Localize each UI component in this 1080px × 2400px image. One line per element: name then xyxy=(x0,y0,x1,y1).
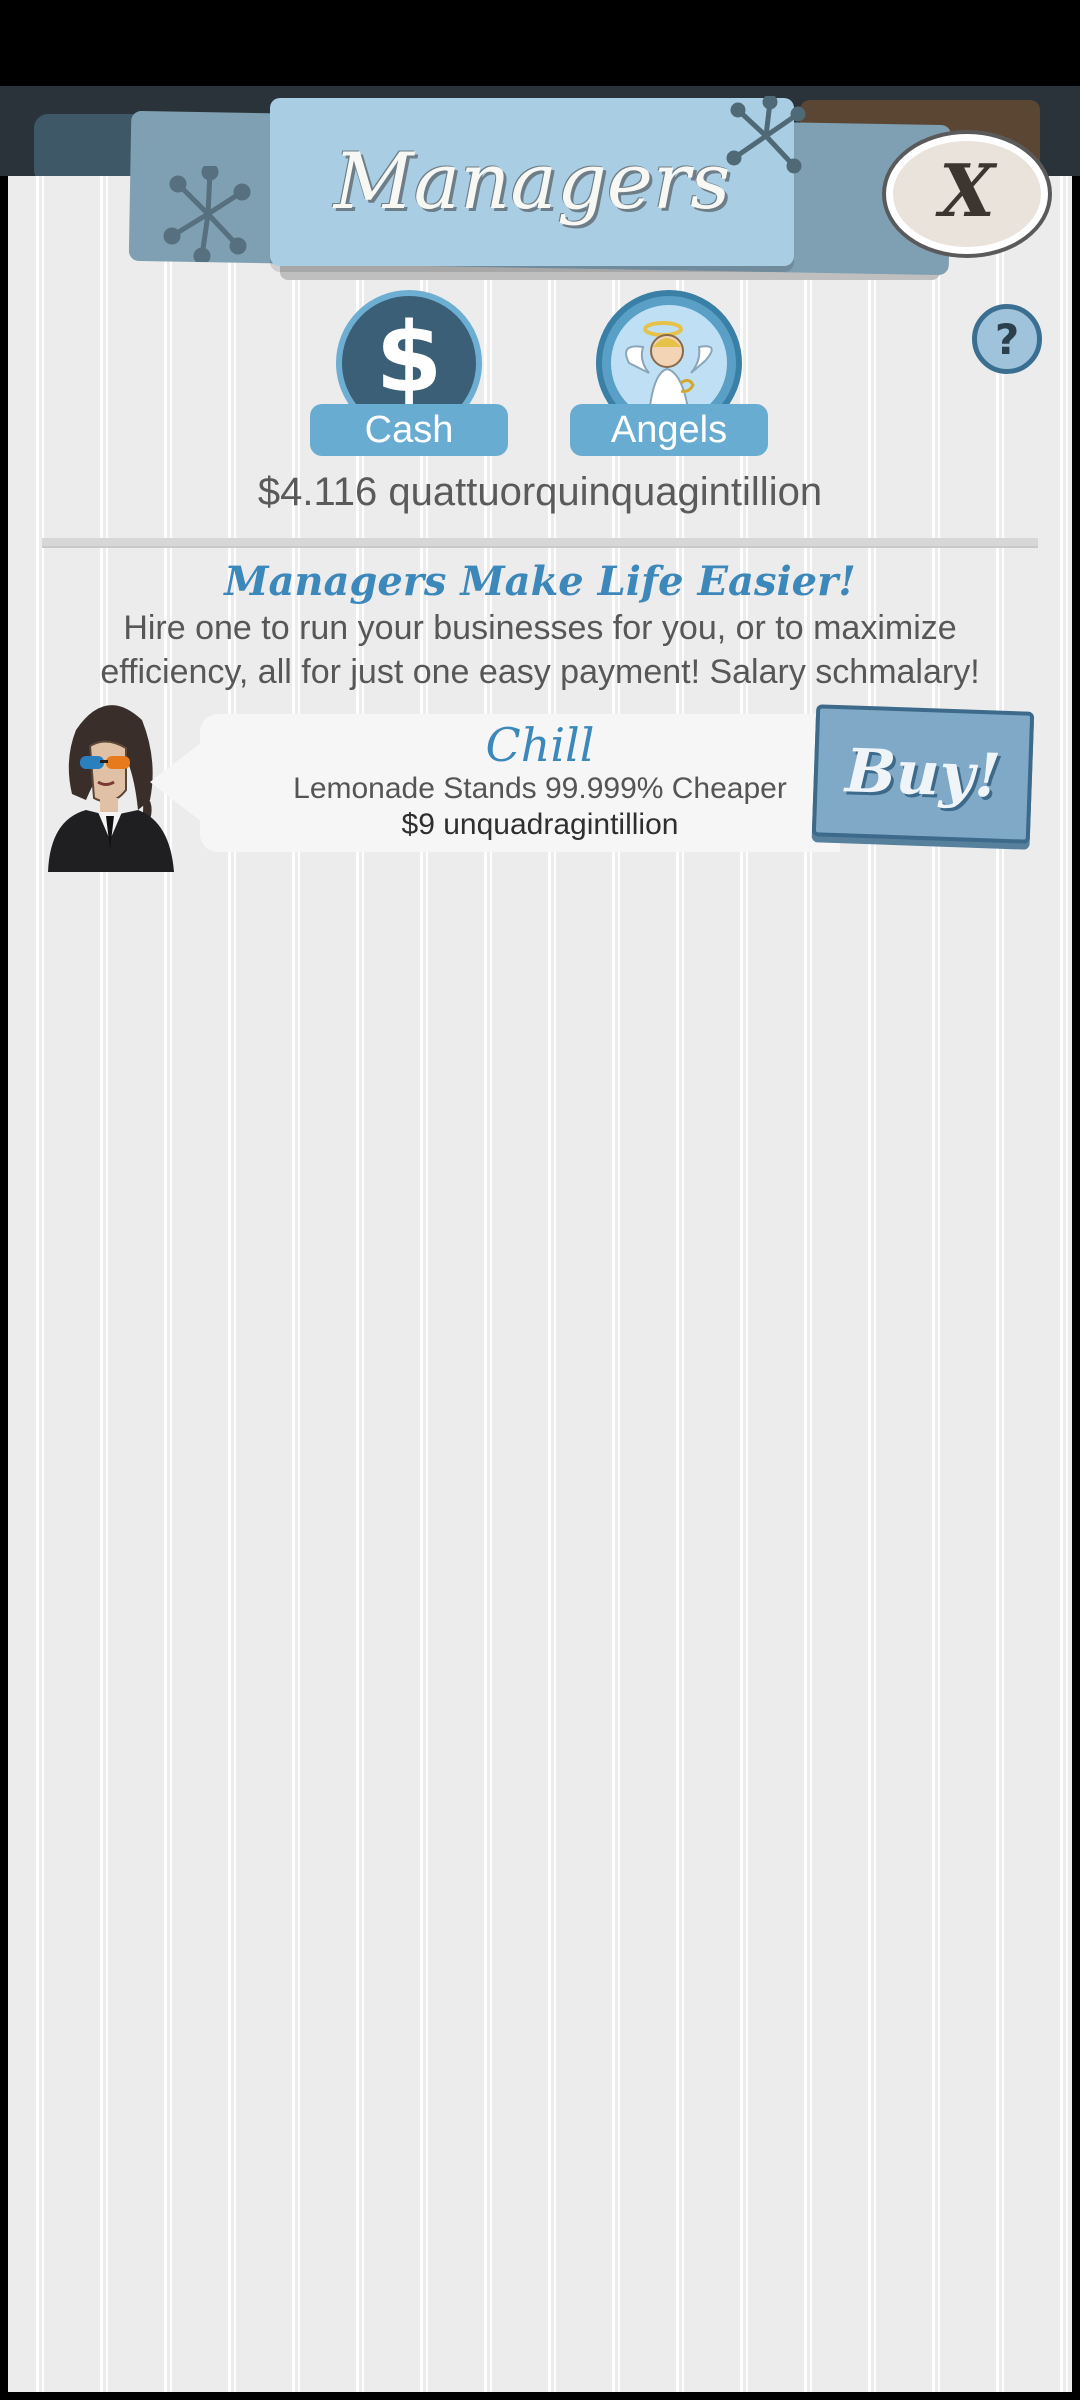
divider xyxy=(42,538,1038,548)
buy-label: Buy! xyxy=(844,736,1002,812)
tab-angels[interactable]: Angels xyxy=(570,290,768,456)
intro-headline: Managers Make Life Easier! xyxy=(224,558,856,605)
page-title: Managers xyxy=(333,137,731,227)
close-button[interactable]: X xyxy=(886,134,1048,254)
cash-amount: $4.116 quattuorquinquagintillion xyxy=(257,470,823,514)
star-decoration-icon xyxy=(726,96,806,174)
manager-row: Chill Lemonade Stands 99.999% Cheaper $9… xyxy=(0,690,1080,880)
manager-name: Chill xyxy=(485,718,595,772)
tab-angels-label: Angels xyxy=(570,404,768,456)
help-button[interactable]: ? xyxy=(972,304,1042,374)
star-decoration-icon xyxy=(163,166,251,262)
status-bar xyxy=(0,0,1080,86)
manager-effect: Lemonade Stands 99.999% Cheaper xyxy=(293,772,787,805)
close-icon: X xyxy=(939,147,995,233)
title-banner: Managers xyxy=(270,98,794,266)
tab-cash[interactable]: $ Cash xyxy=(310,290,508,456)
tab-cash-label: Cash xyxy=(310,404,508,456)
manager-cost: $9 unquadragintillion xyxy=(401,808,679,841)
help-icon: ? xyxy=(994,314,1020,364)
buy-button[interactable]: Buy! xyxy=(811,704,1035,844)
intro-description: Hire one to run your businesses for you,… xyxy=(100,609,980,691)
